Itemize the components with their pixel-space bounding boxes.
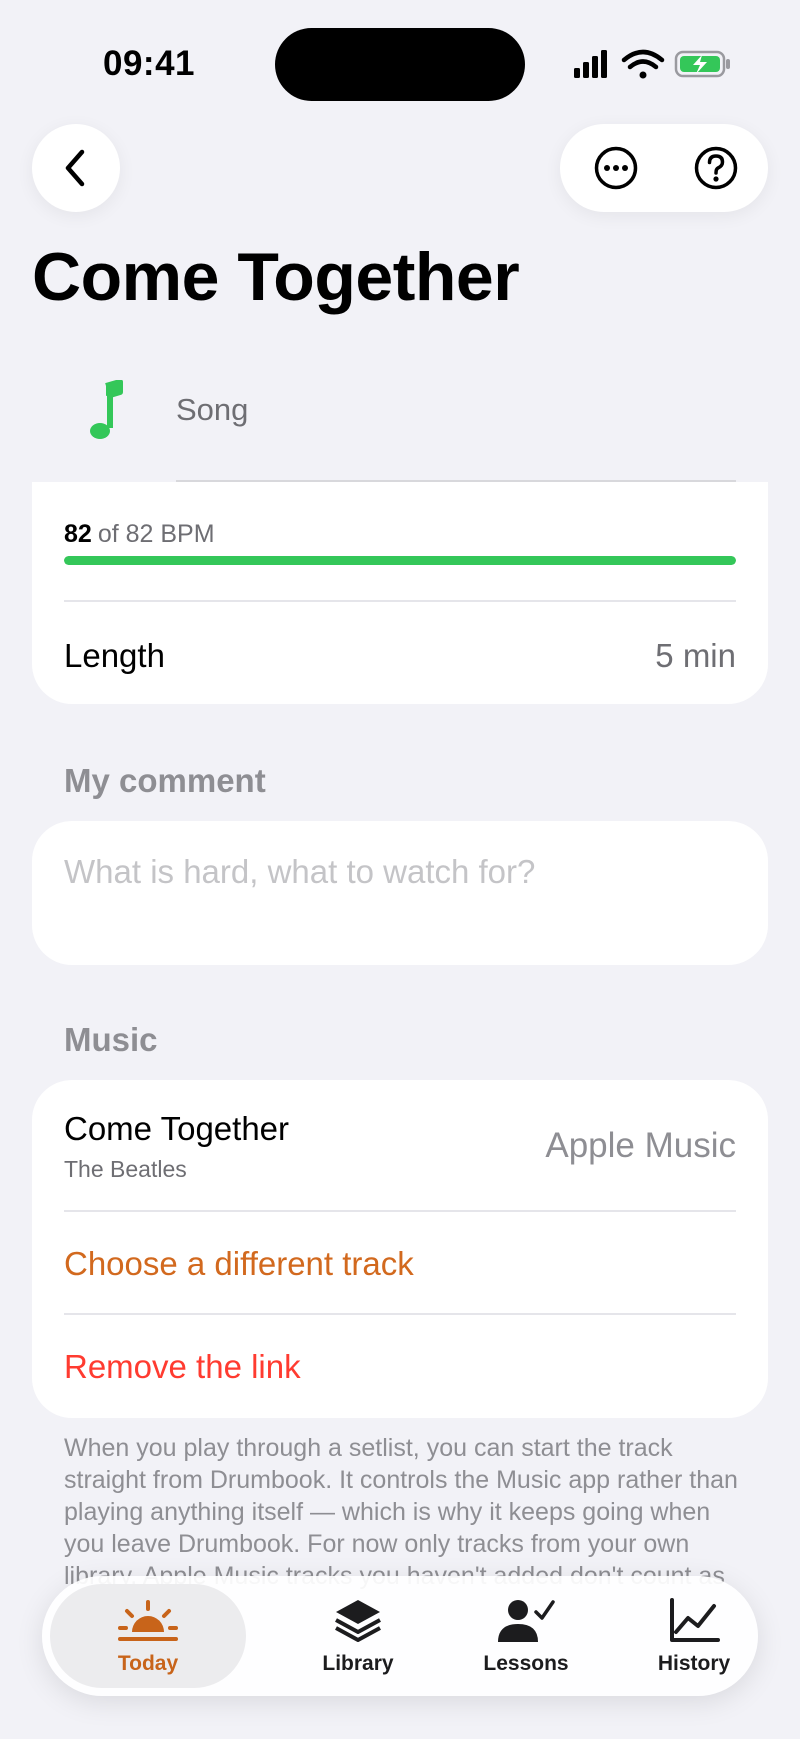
tab-label: History: [657, 1652, 731, 1675]
header-actions: [560, 124, 768, 212]
status-time: 09:41: [103, 44, 196, 83]
tempo-length-card: 82 of 82 BPM Length 5 min: [32, 482, 768, 704]
tab-label: Library: [322, 1652, 394, 1675]
battery-icon: [674, 50, 730, 78]
tab-lessons[interactable]: Lessons: [442, 1584, 610, 1688]
question-circle-icon: [694, 146, 738, 190]
stack-icon: [335, 1600, 381, 1642]
music-card: Come Together The Beatles Apple Music Ch…: [32, 1080, 768, 1418]
bpm-text: 82 of 82 BPM: [64, 520, 215, 549]
divider: [64, 1210, 736, 1212]
item-type-row[interactable]: Song: [32, 370, 768, 482]
tab-label: Lessons: [483, 1652, 569, 1675]
back-button[interactable]: [32, 124, 120, 212]
bpm-total: of 82 BPM: [97, 520, 215, 548]
tab-label: Today: [117, 1652, 179, 1675]
length-value[interactable]: 5 min: [655, 637, 736, 675]
item-type-label: Song: [176, 392, 249, 427]
bpm-progress-fill: [64, 556, 736, 565]
choose-track-button[interactable]: Choose a different track: [64, 1245, 414, 1283]
divider: [64, 1313, 736, 1315]
music-note-icon: [90, 380, 123, 439]
ellipsis-circle-icon: [594, 146, 638, 190]
track-title: Come Together: [64, 1110, 290, 1147]
comment-card: [32, 821, 768, 965]
comment-section-header: My comment: [64, 762, 266, 799]
divider: [64, 600, 736, 602]
tab-history[interactable]: History: [610, 1584, 778, 1688]
status-bar: 09:41: [0, 0, 800, 130]
tab-library[interactable]: Library: [274, 1584, 442, 1688]
dynamic-island: [275, 28, 525, 101]
track-artist: The Beatles: [64, 1156, 187, 1182]
music-section-header: Music: [64, 1021, 158, 1058]
remove-link-button[interactable]: Remove the link: [64, 1348, 301, 1386]
cellular-signal-icon: [574, 50, 607, 78]
wifi-icon: [621, 49, 665, 79]
person-check-icon: [498, 1600, 555, 1642]
tab-bar: Today Library Lessons History: [42, 1576, 758, 1696]
chevron-left-icon: [65, 149, 85, 187]
help-button[interactable]: [664, 124, 768, 212]
tab-today[interactable]: Today: [50, 1584, 246, 1688]
more-button[interactable]: [564, 124, 668, 212]
bpm-current: 82: [64, 520, 92, 548]
page-title: Come Together: [32, 239, 520, 315]
length-label: Length: [64, 637, 165, 674]
sunrise-icon: [118, 1600, 178, 1641]
track-source: Apple Music: [545, 1126, 736, 1165]
status-icons: [574, 49, 730, 79]
comment-input[interactable]: [64, 847, 736, 897]
bpm-progress-bar: [64, 556, 736, 565]
chart-line-icon: [670, 1598, 720, 1642]
